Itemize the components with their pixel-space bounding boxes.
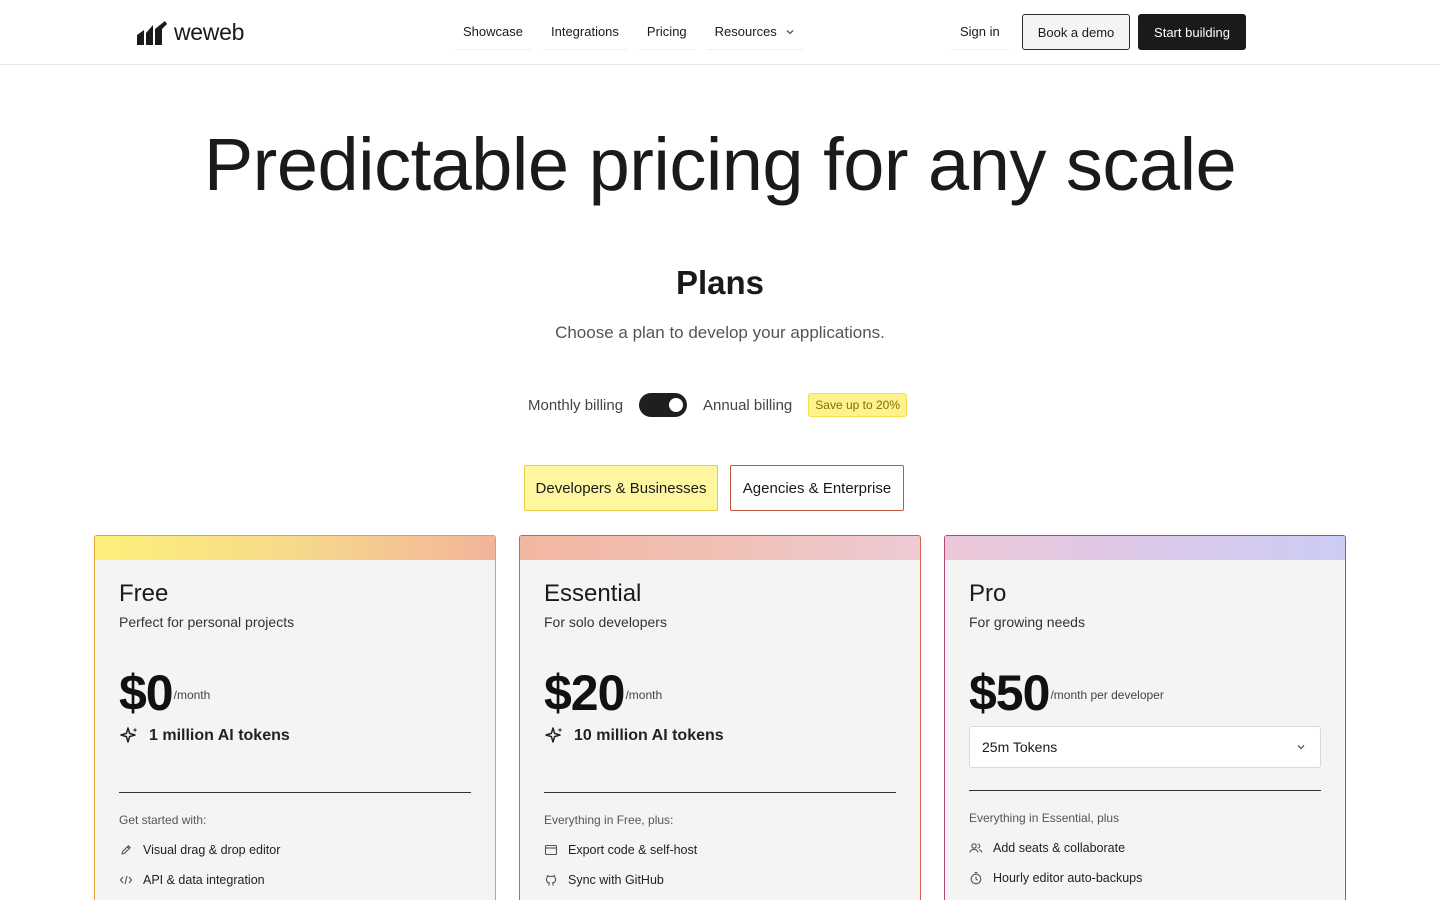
feature-item: API & data integration: [119, 873, 471, 887]
nav-resources[interactable]: Resources: [706, 14, 803, 50]
window-icon: [544, 844, 558, 856]
nav-integrations[interactable]: Integrations: [542, 14, 627, 50]
feature-label: Sync with GitHub: [568, 873, 664, 887]
start-building-button[interactable]: Start building: [1138, 14, 1246, 50]
tokens-label: 1 million AI tokens: [149, 727, 290, 744]
plan-tagline: Perfect for personal projects: [119, 614, 295, 630]
plan-card-free: Free Perfect for personal projects $0 /m…: [94, 535, 496, 900]
tokens-label: 10 million AI tokens: [574, 727, 724, 744]
billing-toggle[interactable]: [639, 393, 688, 417]
sparkle-icon: [545, 727, 563, 743]
plan-price: $0: [119, 665, 174, 721]
price-row: $50 /month per developer: [969, 664, 1321, 718]
card-divider: [969, 790, 1321, 791]
logo-text: weweb: [174, 19, 245, 45]
plan-name: Pro: [969, 580, 1007, 607]
save-badge: Save up to 20%: [808, 393, 908, 417]
weweb-logo-icon: [137, 20, 167, 45]
monthly-billing-label[interactable]: Monthly billing: [528, 397, 623, 414]
logo[interactable]: weweb: [136, 19, 244, 46]
pencil-icon: [121, 845, 131, 855]
chevron-down-icon: [1297, 745, 1305, 750]
toggle-knob: [669, 398, 684, 412]
feature-item: Export code & self-host: [544, 843, 896, 857]
plan-price: $20: [544, 665, 625, 721]
features-heading: Everything in Essential, plus: [969, 811, 1120, 825]
token-tier-value: 25m Tokens: [982, 739, 1058, 755]
nav-pricing[interactable]: Pricing: [638, 14, 695, 50]
tab-developers-businesses[interactable]: Developers & Businesses: [524, 465, 718, 511]
price-unit: /month per developer: [1050, 688, 1164, 702]
chevron-down-icon: [786, 29, 794, 34]
plan-tagline: For growing needs: [969, 614, 1085, 630]
annual-billing-label[interactable]: Annual billing: [703, 397, 792, 414]
tab-agencies-enterprise[interactable]: Agencies & Enterprise: [730, 465, 904, 511]
plan-name: Essential: [544, 580, 642, 607]
feature-label: Export code & self-host: [568, 843, 698, 857]
book-demo-button[interactable]: Book a demo: [1022, 14, 1130, 50]
card-gradient-band: [945, 536, 1345, 560]
github-icon: [545, 875, 557, 886]
site-header: weweb Showcase Integrations Pricing Reso…: [0, 0, 1440, 65]
nav-showcase[interactable]: Showcase: [455, 14, 531, 50]
billing-toggle-row: Monthly billing Annual billing Save up t…: [528, 390, 908, 420]
price-unit: /month: [173, 688, 211, 702]
token-tier-select[interactable]: 25m Tokens: [969, 726, 1321, 768]
plans-heading: Plans: [675, 264, 765, 301]
timer-icon: [970, 872, 982, 885]
plan-card-essential: Essential For solo developers $20 /month…: [519, 535, 921, 900]
sign-in-link[interactable]: Sign in: [950, 14, 1010, 50]
feature-item: Add seats & collaborate: [969, 841, 1321, 855]
plans-subtitle: Choose a plan to develop your applicatio…: [555, 323, 885, 342]
feature-item: Sync with GitHub: [544, 873, 896, 887]
features-heading: Everything in Free, plus:: [544, 813, 674, 827]
users-icon: [969, 843, 983, 853]
feature-label: Visual drag & drop editor: [143, 843, 281, 857]
feature-item: Hourly editor auto-backups: [969, 871, 1321, 885]
sparkle-icon: [120, 727, 138, 743]
plan-tagline: For solo developers: [544, 614, 667, 630]
ai-tokens: 1 million AI tokens: [119, 726, 471, 746]
ai-tokens: 10 million AI tokens: [544, 726, 896, 746]
feature-item: Visual drag & drop editor: [119, 843, 471, 857]
card-gradient-band: [520, 536, 920, 560]
plan-card-pro: Pro For growing needs $50 /month per dev…: [944, 535, 1346, 900]
price-row: $0 /month: [119, 664, 471, 718]
price-unit: /month: [625, 688, 663, 702]
card-divider: [544, 792, 896, 793]
features-heading: Get started with:: [119, 813, 207, 827]
page-title: Predictable pricing for any scale: [203, 123, 1237, 206]
feature-label: API & data integration: [143, 873, 265, 887]
feature-label: Add seats & collaborate: [993, 841, 1126, 855]
code-icon: [119, 875, 133, 885]
plan-name: Free: [119, 580, 169, 607]
feature-label: Hourly editor auto-backups: [993, 871, 1143, 885]
nav-resources-label: Resources: [714, 24, 777, 39]
card-divider: [119, 792, 471, 793]
main-nav: Showcase Integrations Pricing Resources: [455, 14, 803, 50]
card-gradient-band: [95, 536, 495, 560]
plan-price: $50: [969, 665, 1050, 721]
price-row: $20 /month: [544, 664, 896, 718]
